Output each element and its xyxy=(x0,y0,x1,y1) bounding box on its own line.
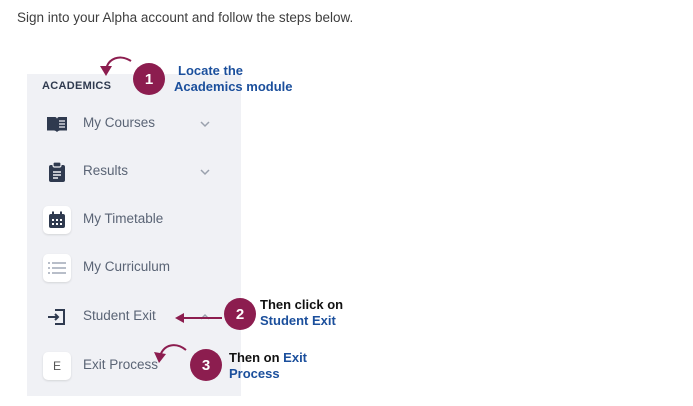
chevron-down-icon[interactable] xyxy=(197,116,213,132)
sidebar-item-label: My Timetable xyxy=(83,211,164,226)
sidebar-item-label: My Curriculum xyxy=(83,259,171,274)
book-icon xyxy=(43,110,71,138)
step-badge-3: 3 xyxy=(190,349,222,381)
chevron-down-icon[interactable] xyxy=(197,164,213,180)
exit-icon xyxy=(43,303,71,331)
curved-arrow-icon xyxy=(154,344,187,363)
sidebar-item-label: My Courses xyxy=(83,115,156,130)
sidebar-item-my-courses[interactable]: My Courses xyxy=(27,104,241,144)
sidebar-panel: ACADEMICS My Courses Results My Timetabl… xyxy=(27,74,241,396)
sidebar-item-label: Exit Process xyxy=(83,357,159,372)
step-annotation-2: Then click on Student Exit xyxy=(260,297,344,328)
step-badge-1: 1 xyxy=(133,63,165,95)
step-annotation-1: Locate the Academics module xyxy=(174,63,293,94)
intro-text: Sign into your Alpha account and follow … xyxy=(17,10,354,25)
sidebar-item-my-timetable[interactable]: My Timetable xyxy=(27,200,241,240)
calendar-icon xyxy=(43,206,71,234)
step-badge-2: 2 xyxy=(224,298,256,330)
step-annotation-3: Then on Exit Process xyxy=(229,350,308,381)
sidebar-item-label: Student Exit xyxy=(83,308,156,323)
letter-e-icon: E xyxy=(43,352,71,380)
sidebar-item-label: Results xyxy=(83,163,129,178)
arrow-left-icon xyxy=(175,313,222,323)
sidebar-item-my-curriculum[interactable]: My Curriculum xyxy=(27,248,241,288)
sidebar-item-results[interactable]: Results xyxy=(27,152,241,192)
curved-arrow-icon xyxy=(100,56,132,76)
list-icon xyxy=(43,254,71,282)
clipboard-icon xyxy=(43,158,71,186)
